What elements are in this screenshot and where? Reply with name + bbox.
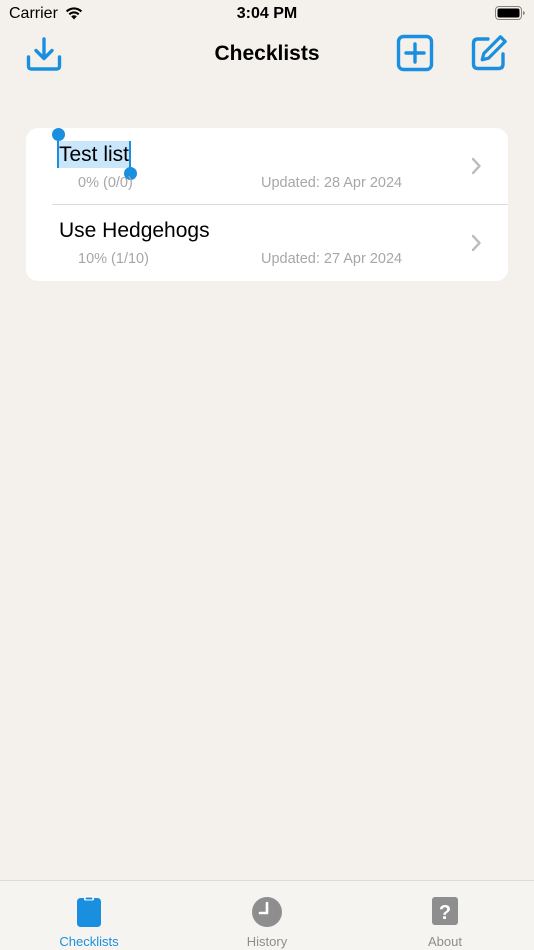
status-time: 3:04 PM <box>236 5 298 22</box>
clock-icon <box>178 896 356 928</box>
battery-icon <box>495 6 526 26</box>
tab-history[interactable]: History <box>178 881 356 950</box>
tab-bar: Checklists History ? About <box>0 880 534 950</box>
checklist-list: Test list 0% (0/0) Updated: 28 Apr 2024 … <box>26 128 508 281</box>
tab-checklists[interactable]: Checklists <box>0 881 178 950</box>
edit-icon <box>470 34 508 77</box>
list-item[interactable]: Use Hedgehogs 10% (1/10) Updated: 27 Apr… <box>26 205 508 281</box>
navigation-bar: Checklists <box>0 30 534 80</box>
add-checklist-button[interactable] <box>395 34 435 77</box>
checklist-progress: 10% (1/10) <box>78 251 149 267</box>
add-icon <box>396 34 434 77</box>
checklist-progress: 0% (0/0) <box>78 175 133 191</box>
status-bar: Carrier 3:04 PM <box>0 0 534 30</box>
question-icon: ? <box>356 896 534 926</box>
tab-about[interactable]: ? About <box>356 881 534 950</box>
chevron-right-icon <box>470 234 482 257</box>
checklist-updated: Updated: 27 Apr 2024 <box>261 251 403 267</box>
checklist-title: Use Hedgehogs <box>59 219 210 242</box>
selection-handle-start[interactable] <box>52 128 65 141</box>
page-title: Checklists <box>214 42 320 65</box>
svg-text:?: ? <box>439 902 451 924</box>
checklist-title[interactable]: Test list <box>59 143 129 167</box>
checklist-updated: Updated: 28 Apr 2024 <box>261 175 403 191</box>
tab-label: Checklists <box>59 934 119 949</box>
edit-button[interactable] <box>469 34 509 77</box>
tab-label: History <box>246 934 288 949</box>
chevron-right-icon <box>470 157 482 180</box>
tab-label: About <box>428 934 462 949</box>
selection-cursor-end <box>129 141 131 168</box>
clipboard-icon <box>0 896 178 928</box>
list-item[interactable]: Test list 0% (0/0) Updated: 28 Apr 2024 <box>26 128 508 205</box>
